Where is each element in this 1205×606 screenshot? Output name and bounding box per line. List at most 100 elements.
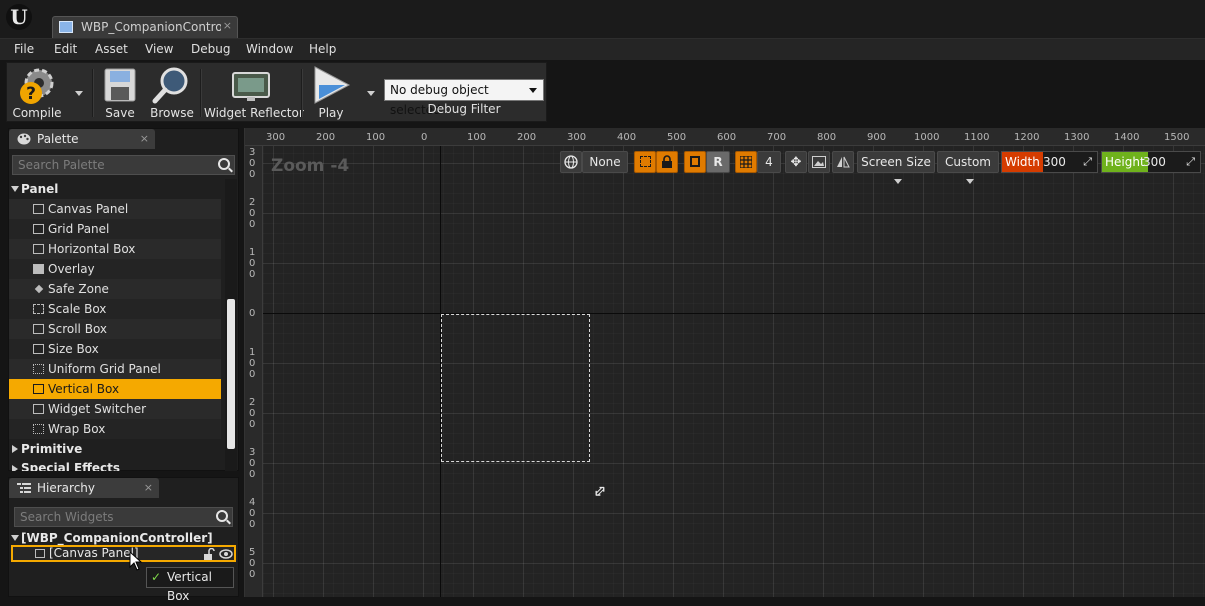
palette-category-special-effects[interactable]: Special Effects	[9, 459, 221, 471]
category-label: Special Effects	[21, 461, 121, 471]
compile-label: Compile	[12, 106, 62, 120]
palette-item-label: Canvas Panel	[48, 202, 129, 216]
menu-debug[interactable]: Debug	[191, 42, 230, 56]
widget-preview-bounds[interactable]	[441, 314, 590, 462]
mirror-icon[interactable]	[832, 151, 854, 173]
fill-mode-label: Custom	[945, 155, 991, 169]
palette-item-safe-zone[interactable]: Safe Zone	[9, 279, 221, 299]
height-field[interactable]: Height 300 ⤢	[1101, 151, 1201, 173]
palette-item-overlay[interactable]: Overlay	[9, 259, 221, 279]
designer-canvas[interactable]: ⇕	[263, 146, 1205, 597]
toolbar-separator	[92, 69, 94, 117]
widget-reflector-button[interactable]: Widget Reflector	[204, 63, 304, 123]
ruler-tick: 700	[767, 132, 787, 143]
image-preview-icon[interactable]	[808, 151, 830, 173]
ruler-tick: 600	[717, 132, 737, 143]
ruler-tick: 100	[249, 247, 256, 280]
unreal-logo-icon[interactable]: U	[6, 4, 32, 30]
palette-category-panel[interactable]: Panel	[9, 179, 221, 199]
document-tab-label: WBP_CompanionControll	[81, 20, 221, 34]
checkmark-icon: ✓	[151, 570, 162, 584]
widget-reflector-label: Widget Reflector	[204, 106, 304, 120]
palette-scrollbar-thumb[interactable]	[227, 299, 235, 449]
menu-help[interactable]: Help	[309, 42, 336, 56]
hierarchy-row-canvas-panel[interactable]: [Canvas Panel]	[11, 545, 236, 562]
palette-item-label: Overlay	[48, 262, 95, 276]
hierarchy-root-label: [WBP_CompanionController]	[21, 531, 213, 545]
browse-button[interactable]: Browse	[147, 63, 197, 123]
menu-asset[interactable]: Asset	[95, 42, 128, 56]
respect-locks-toggle[interactable]: R	[706, 151, 730, 173]
menu-file[interactable]: File	[14, 42, 34, 56]
localization-preview-icon[interactable]	[560, 151, 582, 173]
expand-arrow-icon	[11, 186, 19, 192]
hierarchy-search-input[interactable]: Search Widgets	[14, 507, 233, 527]
hierarchy-close-icon[interactable]: ×	[144, 478, 153, 498]
palette-category-primitive[interactable]: Primitive	[9, 439, 221, 459]
search-icon	[216, 510, 228, 522]
menu-view[interactable]: View	[145, 42, 173, 56]
palette-item-grid-panel[interactable]: Grid Panel	[9, 219, 221, 239]
transform-mode-icon[interactable]: ✥	[785, 151, 807, 173]
document-tab-close-icon[interactable]: ×	[223, 19, 232, 32]
compile-options-icon[interactable]	[75, 91, 83, 96]
localization-select[interactable]: None	[582, 151, 628, 173]
browse-icon	[152, 67, 188, 104]
palette-item-size-box[interactable]: Size Box	[9, 339, 221, 359]
title-bar: U WBP_CompanionControll ×	[0, 0, 1205, 38]
screen-size-select[interactable]: Screen Size	[857, 151, 935, 184]
eye-icon[interactable]	[219, 548, 233, 560]
palette-item-vertical-box[interactable]: Vertical Box	[9, 379, 221, 399]
mouse-cursor-icon	[129, 551, 143, 571]
palette-item-widget-switcher[interactable]: Widget Switcher	[9, 399, 221, 419]
scale-box-icon	[33, 304, 44, 314]
height-resize-icon: ⤢	[1186, 155, 1195, 168]
palette-item-label: Vertical Box	[48, 382, 120, 396]
save-button[interactable]: Save	[97, 63, 143, 123]
vertical-box-icon	[33, 384, 44, 394]
hierarchy-child-label: [Canvas Panel]	[49, 546, 139, 560]
respect-locks-icon[interactable]	[684, 151, 706, 173]
unlock-icon[interactable]	[203, 548, 215, 560]
expand-arrow-icon	[11, 535, 19, 541]
palette-item-wrap-box[interactable]: Wrap Box	[9, 419, 221, 439]
grid-snap-icon[interactable]	[735, 151, 757, 173]
ruler-tick: 300	[266, 132, 286, 143]
ruler-tick: 1500	[1164, 132, 1190, 143]
compile-button[interactable]: ? Compile	[9, 63, 65, 123]
resize-handle-icon[interactable]: ⇕	[588, 480, 611, 503]
palette-item-scale-box[interactable]: Scale Box	[9, 299, 221, 319]
zoom-level-label: Zoom -4	[271, 156, 350, 176]
category-label: Panel	[21, 182, 59, 196]
fill-mode-select[interactable]: Custom	[937, 151, 999, 184]
palette-item-horizontal-box[interactable]: Horizontal Box	[9, 239, 221, 259]
palette-item-canvas-panel[interactable]: Canvas Panel	[9, 199, 221, 219]
menu-edit[interactable]: Edit	[54, 42, 77, 56]
palette-item-label: Uniform Grid Panel	[48, 362, 161, 376]
palette-item-scroll-box[interactable]: Scroll Box	[9, 319, 221, 339]
palette-tab[interactable]: Palette ×	[9, 129, 155, 149]
play-options-icon[interactable]	[367, 91, 375, 96]
marquee-select-icon[interactable]	[634, 151, 656, 173]
screen-size-label: Screen Size	[861, 155, 931, 169]
palette-item-label: Safe Zone	[48, 282, 109, 296]
localization-value: None	[589, 155, 621, 169]
menu-window[interactable]: Window	[246, 42, 293, 56]
palette-search-input[interactable]: Search Palette	[12, 155, 235, 175]
designer-viewport[interactable]: 300 200 100 0 100 200 300 400 500 600 70…	[244, 128, 1205, 597]
debug-object-select[interactable]: No debug object selected	[384, 79, 544, 117]
palette-item-label: Wrap Box	[48, 422, 106, 436]
play-button[interactable]: Play	[305, 63, 357, 123]
palette-item-label: Horizontal Box	[48, 242, 136, 256]
lock-icon[interactable]	[656, 151, 678, 173]
palette-scrollbar-track[interactable]	[225, 179, 237, 471]
width-field[interactable]: Width 300 ⤢	[1001, 151, 1098, 173]
document-tab[interactable]: WBP_CompanionControll ×	[52, 16, 238, 38]
grid-snap-size-select[interactable]: 4	[757, 151, 781, 173]
category-label: Primitive	[21, 442, 83, 456]
drag-drop-tooltip: ✓ Vertical Box	[146, 567, 234, 603]
palette-item-uniform-grid-panel[interactable]: Uniform Grid Panel	[9, 359, 221, 379]
palette-close-icon[interactable]: ×	[140, 129, 149, 149]
hierarchy-tab[interactable]: Hierarchy ×	[9, 478, 159, 498]
ruler-tick: 100	[366, 132, 386, 143]
